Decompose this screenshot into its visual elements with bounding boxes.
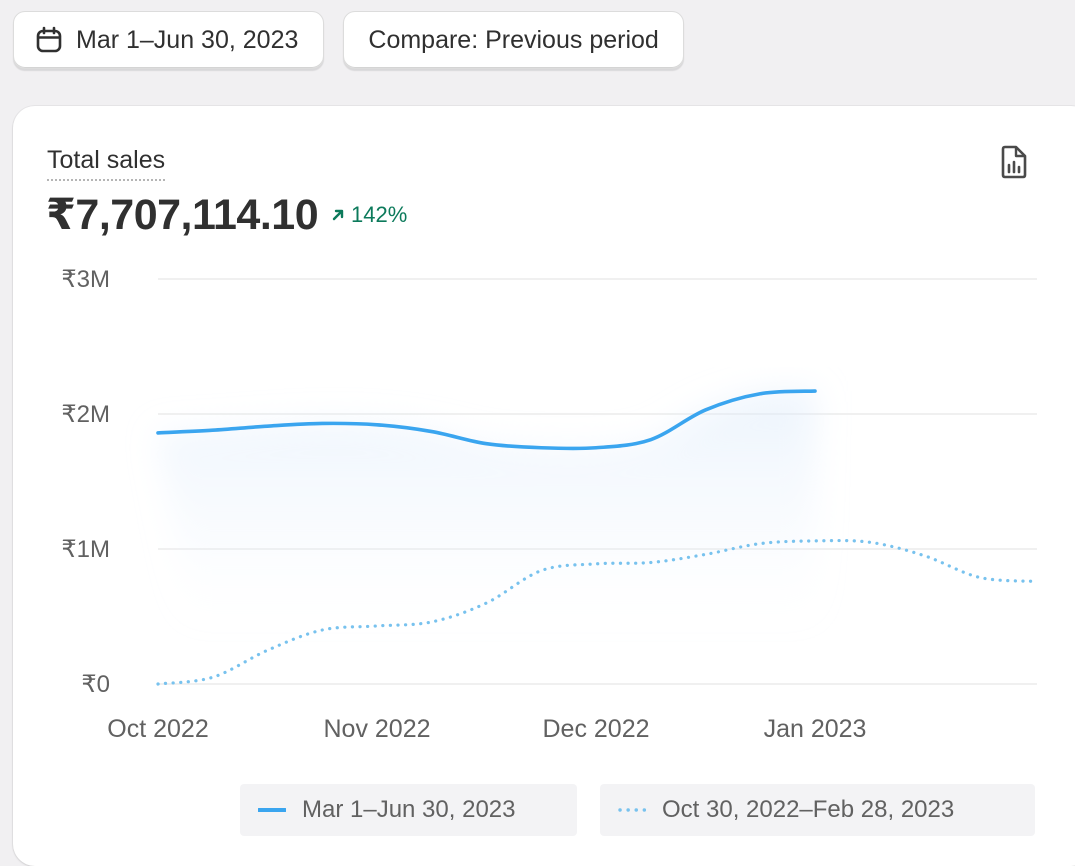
compare-label: Compare: Previous period <box>368 25 659 54</box>
compare-button[interactable]: Compare: Previous period <box>343 11 684 69</box>
y-tick-label: ₹1M <box>61 536 110 563</box>
report-icon[interactable] <box>999 144 1029 180</box>
y-tick-label: ₹3M <box>61 266 110 293</box>
legend-solid-line-icon <box>258 807 286 813</box>
metric-value: ₹7,707,114.10 <box>46 191 319 239</box>
legend-item-previous[interactable]: Oct 30, 2022–Feb 28, 2023 <box>600 784 1035 836</box>
date-range-button[interactable]: Mar 1–Jun 30, 2023 <box>13 11 325 69</box>
legend-item-current[interactable]: Mar 1–Jun 30, 2023 <box>240 784 577 836</box>
metric-title[interactable]: Total sales <box>47 146 166 181</box>
x-tick-label: Nov 2022 <box>323 715 430 743</box>
x-tick-label: Dec 2022 <box>542 715 649 743</box>
arrow-up-right-icon <box>332 209 344 221</box>
y-tick-label: ₹2M <box>61 401 110 428</box>
legend-label-previous: Oct 30, 2022–Feb 28, 2023 <box>662 796 955 823</box>
metric-change: 142% <box>331 202 407 228</box>
toolbar: Mar 1–Jun 30, 2023 Compare: Previous per… <box>13 11 684 69</box>
total-sales-card: ₹0 ₹1M ₹2M ₹3M Oct 2022 Nov 2022 Dec 2022 Jan 2… <box>13 106 1075 866</box>
metric-change-value: 142% <box>351 202 408 227</box>
legend-dotted-line-icon <box>618 807 646 813</box>
x-tick-label: Jan 2023 <box>764 715 867 743</box>
calendar-icon <box>36 26 62 54</box>
legend-label-current: Mar 1–Jun 30, 2023 <box>302 796 516 823</box>
x-tick-label: Oct 2022 <box>107 715 208 743</box>
y-tick-label: ₹0 <box>81 671 110 698</box>
date-range-label: Mar 1–Jun 30, 2023 <box>76 25 299 54</box>
